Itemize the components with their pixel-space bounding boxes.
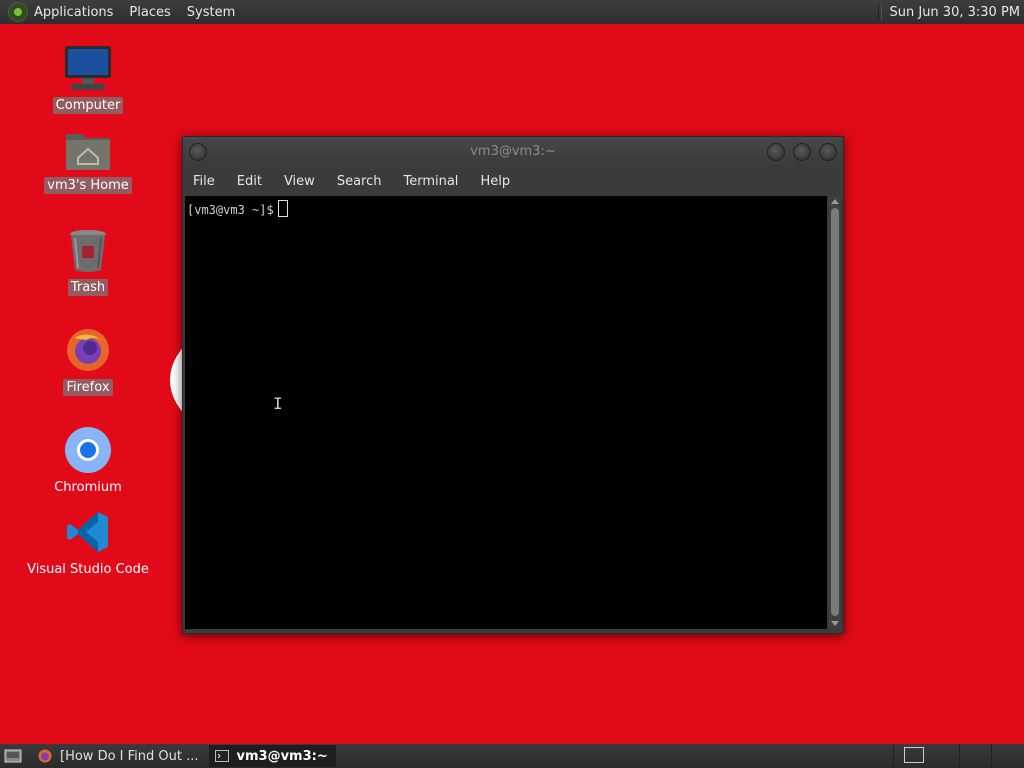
desktop-icon-firefox[interactable]: Firefox xyxy=(23,326,153,396)
bottom-panel: [How Do I Find Out ... vm3@vm3:~ xyxy=(0,744,1024,768)
maximize-button[interactable] xyxy=(793,143,811,161)
scrollbar-thumb[interactable] xyxy=(831,208,839,616)
window-title: vm3@vm3:~ xyxy=(470,144,556,159)
clock[interactable]: Sun Jun 30, 3:30 PM xyxy=(890,5,1021,20)
desktop-icon-chromium[interactable]: Chromium xyxy=(23,426,153,496)
terminal-icon xyxy=(214,750,229,762)
desktop-icon-label: Visual Studio Code xyxy=(27,562,149,577)
desktop-icon-computer[interactable]: Computer xyxy=(23,44,153,114)
trash-icon xyxy=(70,230,106,272)
desktop-icon-vscode[interactable]: Visual Studio Code xyxy=(23,508,153,578)
desktop-icon-label: vm3's Home xyxy=(44,177,132,194)
terminal-window[interactable]: vm3@vm3:~ File Edit View Search Terminal… xyxy=(182,136,844,634)
computer-icon xyxy=(65,46,111,90)
taskbar-item-label: [How Do I Find Out ... xyxy=(60,748,199,764)
desktop-icon-trash[interactable]: Trash xyxy=(23,228,153,296)
menu-system[interactable]: System xyxy=(187,5,243,20)
terminal-titlebar[interactable]: vm3@vm3:~ xyxy=(183,137,843,167)
vscode-icon xyxy=(67,512,108,552)
firefox-icon xyxy=(67,329,109,371)
desktop-icon-home[interactable]: vm3's Home xyxy=(23,128,153,194)
desktop-icon-label: Trash xyxy=(67,279,109,296)
shell-prompt: [vm3@vm3 ~]$ xyxy=(187,200,288,217)
menu-view[interactable]: View xyxy=(284,174,315,189)
minimize-button[interactable] xyxy=(767,143,785,161)
taskbar-item-terminal[interactable]: vm3@vm3:~ xyxy=(208,745,336,767)
scroll-down-icon[interactable] xyxy=(831,621,839,626)
menu-help[interactable]: Help xyxy=(480,174,510,189)
top-panel: Applications Places System Sun Jun 30, 3… xyxy=(0,0,1024,24)
distro-logo-icon[interactable] xyxy=(8,2,28,22)
prompt-text: [vm3@vm3 ~]$ xyxy=(187,203,274,217)
terminal-menubar: File Edit View Search Terminal Help xyxy=(183,167,843,195)
ibeam-cursor-icon: I xyxy=(273,394,283,413)
workspace-switcher[interactable] xyxy=(904,747,924,763)
close-button[interactable] xyxy=(819,143,837,161)
menu-file[interactable]: File xyxy=(193,174,215,189)
terminal-scrollbar[interactable] xyxy=(829,196,841,629)
desktop-icon-label: Firefox xyxy=(63,379,113,396)
menu-terminal[interactable]: Terminal xyxy=(403,174,458,189)
desktop-icon-label: Computer xyxy=(52,97,124,114)
desktop-icon-label: Chromium xyxy=(54,480,122,495)
taskbar-item-firefox[interactable]: [How Do I Find Out ... xyxy=(32,745,207,767)
firefox-icon xyxy=(38,749,52,763)
home-folder-icon xyxy=(66,134,110,170)
scroll-up-icon[interactable] xyxy=(831,199,839,204)
show-desktop-button[interactable] xyxy=(2,745,24,767)
show-desktop-icon xyxy=(4,749,22,763)
taskbar-item-label: vm3@vm3:~ xyxy=(236,748,328,764)
menu-search[interactable]: Search xyxy=(337,174,382,189)
menu-applications[interactable]: Applications xyxy=(34,5,121,20)
terminal-area[interactable]: [vm3@vm3 ~]$ I xyxy=(185,196,827,629)
text-cursor xyxy=(277,200,288,217)
chromium-icon xyxy=(65,427,111,473)
menu-edit[interactable]: Edit xyxy=(237,174,262,189)
menu-places[interactable]: Places xyxy=(129,5,178,20)
